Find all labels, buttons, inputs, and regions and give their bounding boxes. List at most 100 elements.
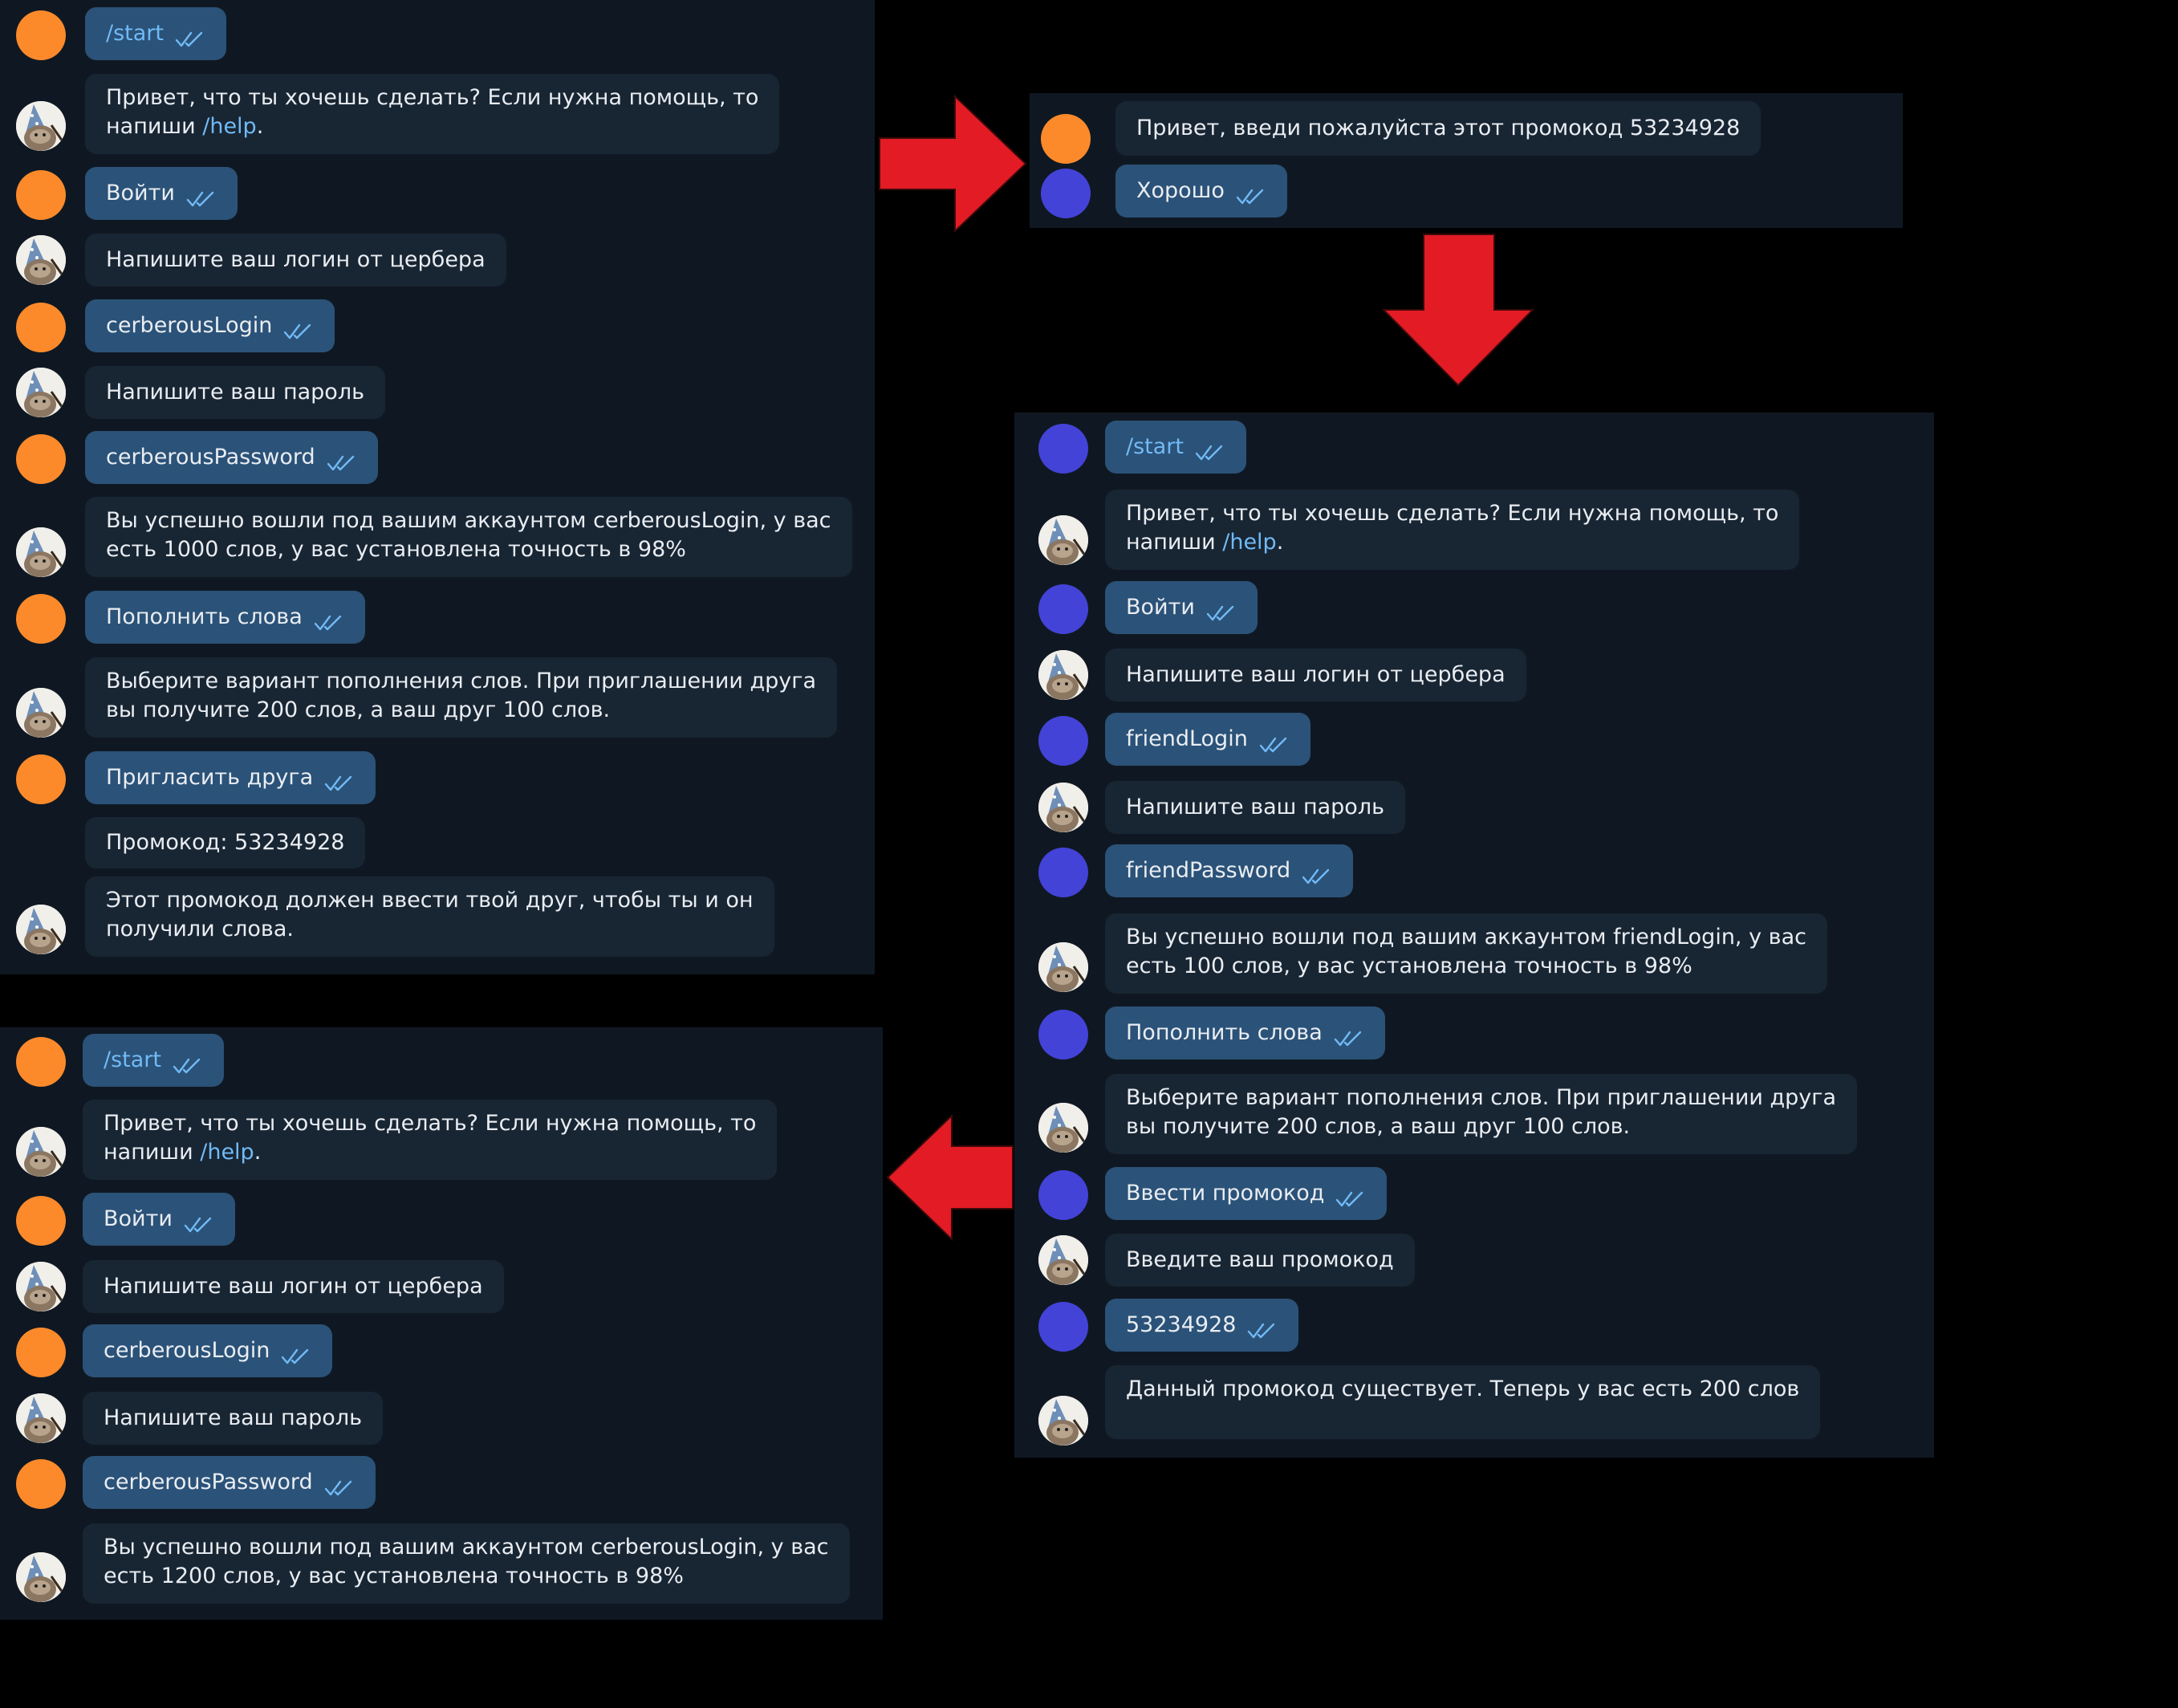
- message-line: .: [254, 1140, 262, 1165]
- message-text: Хорошо: [1136, 178, 1225, 203]
- message-bubble: Вы успешно вошли под вашим аккаунтом cer…: [85, 497, 852, 577]
- double-check-icon: [173, 1057, 203, 1075]
- message-text: Привет, что ты хочешь сделать? Если нужн…: [1126, 499, 1778, 557]
- user-avatar: [1038, 1170, 1088, 1220]
- message-line: Вы успешно вошли под вашим аккаунтом fri…: [1126, 925, 1806, 950]
- message-text: Привет, что ты хочешь сделать? Если нужн…: [104, 1109, 756, 1167]
- message-bubble: Выберите вариант пополнения слов. При пр…: [1105, 1074, 1858, 1154]
- message-text[interactable]: /start: [104, 1046, 161, 1075]
- message-text: Напишите ваш логин от цербера: [1126, 662, 1506, 687]
- user-avatar: [16, 1196, 66, 1246]
- message-bubble: Напишите ваш логин от цербера: [1105, 649, 1526, 702]
- message-bubble: Этот промокод должен ввести твой друг, ч…: [85, 876, 774, 957]
- message-line: напиши: [106, 114, 203, 139]
- red-arrow-icon: [1382, 234, 1534, 387]
- message-bubble[interactable]: Пополнить слова: [1105, 1007, 1385, 1059]
- message-text: Напишите ваш пароль: [1126, 795, 1384, 819]
- message-text: Выберите вариант пополнения слов. При пр…: [1126, 1084, 1836, 1141]
- message-bubble: Введите ваш промокод: [1105, 1234, 1415, 1287]
- user-avatar: [1038, 1010, 1088, 1059]
- message-bubble: Напишите ваш логин от цербера: [85, 234, 506, 287]
- message-text: Ввести промокод: [1126, 1181, 1325, 1206]
- message-bubble[interactable]: Пригласить друга: [85, 751, 376, 804]
- wizard-cat-avatar: [16, 1127, 66, 1177]
- message-text: Пополнить слова: [106, 604, 303, 629]
- message-text: Напишите ваш логин от цербера: [106, 247, 486, 272]
- wizard-cat-avatar: [16, 235, 66, 285]
- double-check-icon: [324, 1479, 355, 1497]
- help-command-link[interactable]: /help: [202, 114, 256, 139]
- wizard-cat-avatar: [16, 101, 66, 151]
- message-bubble: Напишите ваш логин от цербера: [83, 1260, 504, 1313]
- message-line: Привет, что ты хочешь сделать? Если нужн…: [104, 1111, 757, 1136]
- message-bubble: Вы успешно вошли под вашим аккаунтом fri…: [1105, 913, 1827, 994]
- double-check-icon: [184, 1216, 214, 1234]
- message-text: Вы успешно вошли под вашим аккаунтом cer…: [104, 1533, 829, 1591]
- message-bubble[interactable]: cerberousLogin: [85, 299, 335, 352]
- message-bubble[interactable]: Ввести промокод: [1105, 1167, 1388, 1220]
- message-bubble: Промокод: 53234928: [85, 817, 366, 868]
- message-text: Пополнить слова: [1126, 1020, 1323, 1045]
- message-line: .: [1276, 530, 1284, 555]
- message-line: есть 1200 слов, у вас установлена точнос…: [104, 1564, 684, 1588]
- wizard-cat-avatar: [16, 905, 66, 954]
- message-bubble[interactable]: Войти: [83, 1193, 235, 1246]
- wizard-cat-avatar: [1038, 1103, 1088, 1153]
- user-avatar: [1041, 114, 1091, 164]
- wizard-cat-avatar: [16, 527, 66, 577]
- message-bubble[interactable]: Войти: [1105, 581, 1258, 634]
- message-line: Привет, что ты хочешь сделать? Если нужн…: [1126, 501, 1779, 526]
- help-command-link[interactable]: /help: [200, 1140, 254, 1165]
- message-text: Вы успешно вошли под вашим аккаунтом fri…: [1126, 923, 1806, 981]
- wizard-cat-avatar: [1038, 515, 1088, 565]
- message-bubble[interactable]: cerberousPassword: [83, 1456, 376, 1509]
- message-line: Выберите вариант пополнения слов. При пр…: [106, 669, 817, 693]
- message-bubble[interactable]: /start: [1105, 421, 1246, 474]
- double-check-icon: [1195, 444, 1225, 462]
- double-check-icon: [175, 31, 205, 48]
- message-text: cerberousLogin: [106, 313, 273, 338]
- user-avatar: [1038, 424, 1088, 474]
- message-text: Введите ваш промокод: [1126, 1247, 1394, 1272]
- message-line: напиши: [1126, 530, 1223, 555]
- message-bubble[interactable]: cerberousLogin: [83, 1324, 333, 1377]
- double-check-icon: [281, 1348, 311, 1365]
- user-avatar: [1038, 584, 1088, 634]
- message-text: Войти: [1126, 595, 1195, 620]
- message-bubble: Привет, введи пожалуйста этот промокод 5…: [1115, 101, 1761, 156]
- message-bubble[interactable]: Войти: [85, 167, 238, 220]
- message-bubble: Напишите ваш пароль: [85, 366, 385, 419]
- message-text: Напишите ваш пароль: [104, 1405, 362, 1430]
- wizard-cat-avatar: [16, 1552, 66, 1602]
- message-line: вы получите 200 слов, а ваш друг 100 сло…: [106, 697, 611, 722]
- message-bubble: Вы успешно вошли под вашим аккаунтом cer…: [83, 1523, 850, 1604]
- message-line: Вы успешно вошли под вашим аккаунтом cer…: [104, 1535, 829, 1560]
- chat-panel-inviter: /start Привет, что ты хочешь сделать? Ес…: [0, 0, 875, 974]
- chat-panel-friend: /start Привет, что ты хочешь сделать? Ес…: [1014, 413, 1934, 1458]
- message-text: 53234928: [1126, 1312, 1237, 1337]
- user-avatar: [16, 303, 66, 352]
- message-line: получили слова.: [106, 917, 294, 941]
- double-check-icon: [1206, 604, 1237, 622]
- red-arrow-icon: [879, 95, 1027, 233]
- message-bubble[interactable]: friendPassword: [1105, 844, 1354, 897]
- user-avatar: [16, 1037, 66, 1087]
- message-bubble[interactable]: cerberousPassword: [85, 431, 378, 484]
- message-bubble[interactable]: /start: [83, 1034, 224, 1087]
- wizard-cat-avatar: [1038, 1396, 1088, 1446]
- wizard-cat-avatar: [1038, 783, 1088, 832]
- message-text: friendPassword: [1126, 858, 1291, 883]
- wizard-cat-avatar: [16, 688, 66, 738]
- message-text[interactable]: /start: [1126, 433, 1184, 462]
- message-text[interactable]: /start: [106, 19, 164, 48]
- message-text: Промокод: 53234928: [106, 830, 345, 855]
- message-text: Вы успешно вошли под вашим аккаунтом cer…: [106, 506, 831, 564]
- message-bubble: Данный промокод существует. Теперь у вас…: [1105, 1365, 1821, 1439]
- red-arrow-icon: [886, 1114, 1014, 1241]
- message-bubble[interactable]: Пополнить слова: [85, 591, 365, 644]
- message-bubble[interactable]: 53234928: [1105, 1299, 1299, 1352]
- message-bubble[interactable]: Хорошо: [1115, 165, 1287, 218]
- help-command-link[interactable]: /help: [1222, 530, 1276, 555]
- message-bubble[interactable]: friendLogin: [1105, 713, 1310, 766]
- message-bubble[interactable]: /start: [85, 7, 226, 60]
